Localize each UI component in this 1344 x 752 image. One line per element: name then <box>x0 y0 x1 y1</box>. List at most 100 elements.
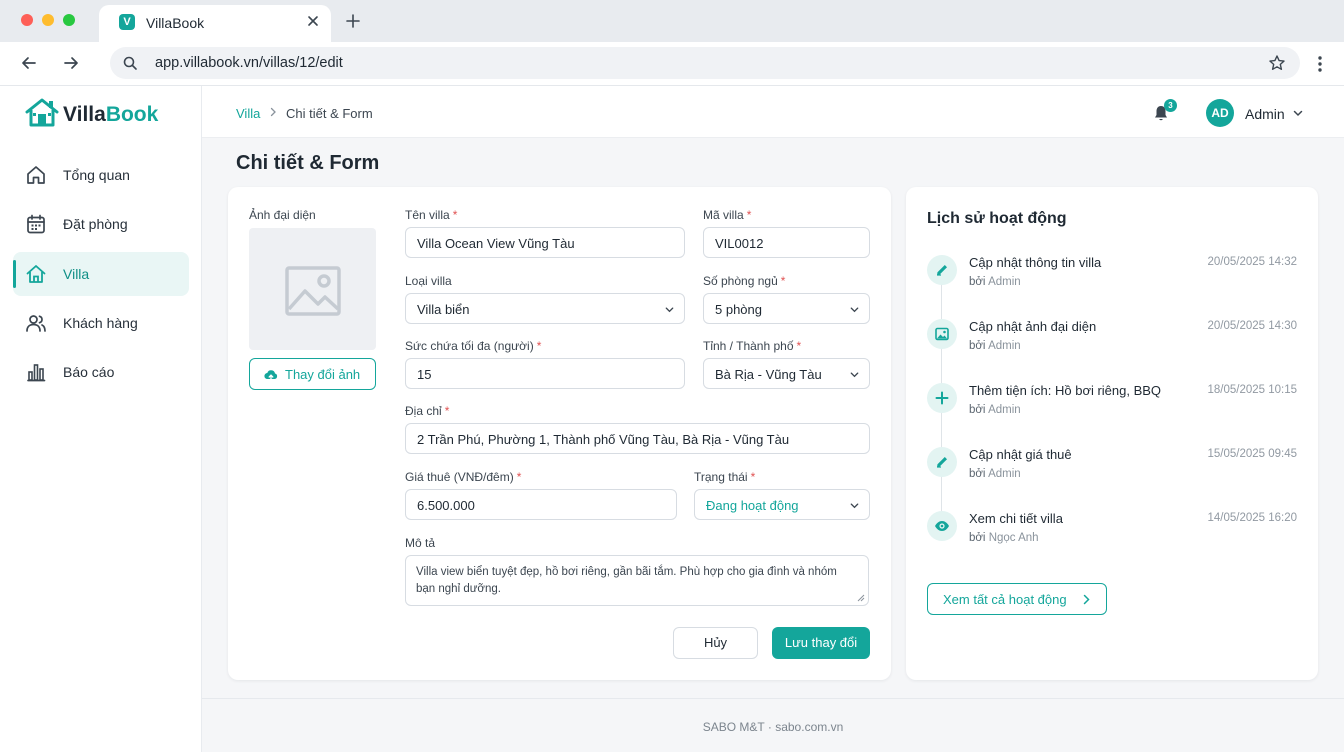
view-all-activity-button[interactable]: Xem tất cả hoạt động <box>927 583 1107 615</box>
top-header: Villa Chi tiết & Form 3 AD Admin <box>202 86 1344 138</box>
history-action: Thêm tiện ích: Hồ bơi riêng, BBQ <box>969 383 1162 398</box>
province-label: Tỉnh / Thành phố * <box>703 339 802 353</box>
back-arrow-icon[interactable] <box>20 54 38 72</box>
pencil-icon <box>937 457 947 468</box>
bedrooms-value: 5 phòng <box>715 302 762 317</box>
avatar[interactable]: AD <box>1206 99 1234 127</box>
cloud-upload-icon <box>264 370 278 381</box>
change-image-button[interactable]: Thay đổi ảnh <box>249 358 376 390</box>
chevron-down-icon <box>850 503 859 509</box>
history-action: Cập nhật thông tin villa <box>969 255 1102 270</box>
bedrooms-label: Số phòng ngủ * <box>703 274 786 288</box>
plus-icon <box>935 391 949 405</box>
history-icon-badge <box>927 511 957 541</box>
calendar-icon <box>27 214 45 234</box>
province-value: Bà Rịa - Vũng Tàu <box>715 367 822 382</box>
browser-tab[interactable]: V VillaBook <box>99 5 331 42</box>
user-name[interactable]: Admin <box>1245 106 1285 122</box>
activity-history-card: Lịch sử hoạt động Cập nhật thông tin vil… <box>906 187 1318 680</box>
history-author: bởi Admin <box>969 468 1021 480</box>
villa-type-select[interactable]: Villa biển <box>405 293 685 324</box>
status-value: Đang hoạt động <box>706 498 799 513</box>
history-author: bởi Ngọc Anh <box>969 532 1039 544</box>
villa-name-input[interactable]: Villa Ocean View Vũng Tàu <box>405 227 685 258</box>
new-tab-icon[interactable] <box>345 13 361 29</box>
maximize-window-button[interactable] <box>63 14 75 26</box>
bar-chart-icon <box>27 364 46 382</box>
price-input[interactable]: 6.500.000 <box>405 489 677 520</box>
url-text: app.villabook.vn/villas/12/edit <box>155 55 343 71</box>
chevron-down-icon[interactable] <box>1292 107 1304 119</box>
close-window-button[interactable] <box>21 14 33 26</box>
users-icon <box>26 315 46 332</box>
description-textarea[interactable]: Villa view biển tuyệt đẹp, hồ bơi riêng,… <box>405 555 869 606</box>
close-tab-icon[interactable] <box>306 14 320 28</box>
save-button[interactable]: Lưu thay đổi <box>772 627 870 659</box>
description-label: Mô tả <box>405 536 436 550</box>
change-image-label: Thay đổi ảnh <box>285 367 361 382</box>
history-icon-badge <box>927 255 957 285</box>
sidebar: VillaBook Tổng quan Đặt phòng Villa Khác… <box>0 86 202 752</box>
breadcrumb-villa-link[interactable]: Villa <box>236 106 260 121</box>
image-label: Ảnh đại diện <box>249 208 316 222</box>
cancel-button[interactable]: Hủy <box>673 627 758 659</box>
capacity-input[interactable]: 15 <box>405 358 685 389</box>
home-icon <box>27 166 45 184</box>
chevron-right-icon <box>1083 594 1090 605</box>
sidebar-item-label: Tổng quan <box>63 167 130 183</box>
address-value: 2 Trần Phú, Phường 1, Thành phố Vũng Tàu… <box>417 432 790 447</box>
browser-toolbar: app.villabook.vn/villas/12/edit <box>0 42 1344 86</box>
price-label: Giá thuê (VNĐ/đêm) * <box>405 470 522 484</box>
history-item: Cập nhật ảnh đại diện bởi Admin 20/05/20… <box>927 319 1297 369</box>
address-bar[interactable]: app.villabook.vn/villas/12/edit <box>110 47 1300 79</box>
history-time: 15/05/2025 09:45 <box>1207 448 1297 460</box>
sidebar-item-reports[interactable]: Báo cáo <box>13 350 189 394</box>
history-item: Thêm tiện ích: Hồ bơi riêng, BBQ bởi Adm… <box>927 383 1297 433</box>
image-icon <box>935 327 949 341</box>
minimize-window-button[interactable] <box>42 14 54 26</box>
main-content: Villa Chi tiết & Form 3 AD Admin Chi tiế… <box>202 86 1344 752</box>
sidebar-item-customers[interactable]: Khách hàng <box>13 301 189 345</box>
forward-arrow-icon[interactable] <box>62 54 80 72</box>
sidebar-item-villa[interactable]: Villa <box>13 252 189 296</box>
price-value: 6.500.000 <box>417 498 475 513</box>
code-label: Mã villa * <box>703 208 752 222</box>
resize-grip-icon[interactable] <box>857 594 865 602</box>
pencil-icon <box>937 265 947 276</box>
footer-text: SABO M&T · sabo.com.vn <box>702 720 844 734</box>
sidebar-item-label: Báo cáo <box>63 364 115 380</box>
history-time: 14/05/2025 16:20 <box>1207 512 1297 524</box>
sidebar-item-overview[interactable]: Tổng quan <box>13 153 189 197</box>
history-action: Cập nhật ảnh đại diện <box>969 319 1097 334</box>
name-label: Tên villa * <box>405 208 458 222</box>
favicon-icon: V <box>119 14 135 30</box>
bedrooms-select[interactable]: 5 phòng <box>703 293 870 324</box>
page-title: Chi tiết & Form <box>236 152 380 174</box>
history-item: Cập nhật giá thuê bởi Admin 15/05/2025 0… <box>927 447 1297 497</box>
site-info-icon[interactable] <box>122 55 138 71</box>
villa-code-value: VIL0012 <box>715 236 764 251</box>
bookmark-star-icon[interactable] <box>1268 54 1286 72</box>
notification-badge: 3 <box>1164 99 1177 112</box>
browser-menu-icon[interactable] <box>1312 54 1328 74</box>
history-title: Lịch sử hoạt động <box>927 210 1067 227</box>
image-placeholder-icon <box>285 266 341 316</box>
status-select[interactable]: Đang hoạt động <box>694 489 870 520</box>
capacity-value: 15 <box>417 367 432 382</box>
view-all-label: Xem tất cả hoạt động <box>943 592 1067 607</box>
villa-type-value: Villa biển <box>417 302 470 317</box>
sidebar-item-bookings[interactable]: Đặt phòng <box>13 202 189 246</box>
chevron-right-icon <box>270 107 276 117</box>
eye-icon <box>935 521 949 531</box>
address-input[interactable]: 2 Trần Phú, Phường 1, Thành phố Vũng Tàu… <box>405 423 870 454</box>
chevron-down-icon <box>850 372 859 378</box>
chevron-down-icon <box>850 307 859 313</box>
history-action: Cập nhật giá thuê <box>969 447 1072 462</box>
history-icon-badge <box>927 383 957 413</box>
browser-tab-bar: V VillaBook <box>0 0 1344 42</box>
sidebar-item-label: Khách hàng <box>63 315 138 331</box>
history-item: Xem chi tiết villa bởi Ngọc Anh 14/05/20… <box>927 511 1297 561</box>
villa-logo-icon <box>25 98 59 127</box>
province-select[interactable]: Bà Rịa - Vũng Tàu <box>703 358 870 389</box>
villa-code-input[interactable]: VIL0012 <box>703 227 870 258</box>
